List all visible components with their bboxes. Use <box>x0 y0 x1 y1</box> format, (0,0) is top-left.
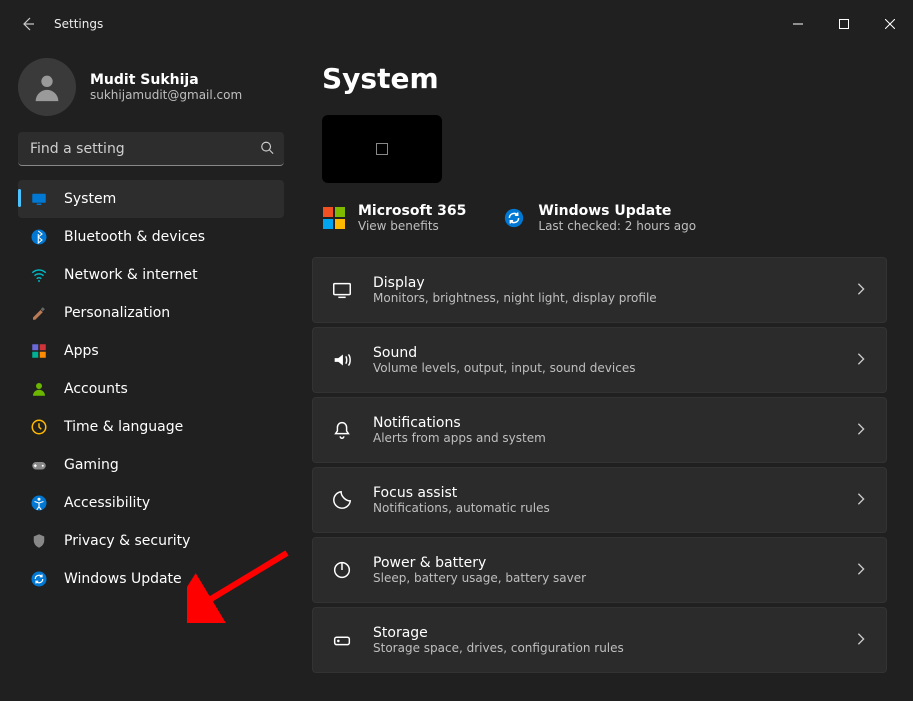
ms365-block[interactable]: Microsoft 365 View benefits <box>322 203 466 233</box>
search-icon <box>260 140 274 159</box>
sidebar-item-label: Apps <box>64 343 99 359</box>
card-subtitle: Monitors, brightness, night light, displ… <box>373 291 834 305</box>
time-icon <box>30 418 48 436</box>
card-power-battery[interactable]: Power & battery Sleep, battery usage, ba… <box>312 537 887 603</box>
app-title: Settings <box>54 17 103 31</box>
sidebar-item-label: Privacy & security <box>64 533 190 549</box>
apps-icon <box>30 342 48 360</box>
notifications-icon <box>331 419 353 441</box>
display-preview-mini-icon <box>376 143 388 155</box>
sidebar-item-bluetooth-devices[interactable]: Bluetooth & devices <box>18 218 284 256</box>
wu-sub: Last checked: 2 hours ago <box>538 219 696 233</box>
system-icon <box>30 190 48 208</box>
card-subtitle: Storage space, drives, configuration rul… <box>373 641 834 655</box>
card-notifications[interactable]: Notifications Alerts from apps and syste… <box>312 397 887 463</box>
card-display[interactable]: Display Monitors, brightness, night ligh… <box>312 257 887 323</box>
card-sound[interactable]: Sound Volume levels, output, input, soun… <box>312 327 887 393</box>
card-subtitle: Notifications, automatic rules <box>373 501 834 515</box>
card-subtitle: Volume levels, output, input, sound devi… <box>373 361 834 375</box>
accessibility-icon <box>30 494 48 512</box>
storage-icon <box>331 629 353 651</box>
main-content: System Microsoft 365 View benefits <box>300 48 913 701</box>
gaming-icon <box>30 456 48 474</box>
card-title: Sound <box>373 345 834 361</box>
sidebar-item-label: Accounts <box>64 381 128 397</box>
search-input[interactable] <box>18 132 284 166</box>
minimize-button[interactable] <box>775 8 821 40</box>
titlebar: Settings <box>0 0 913 48</box>
sidebar-item-windows-update[interactable]: Windows Update <box>18 560 284 598</box>
personalize-icon <box>30 304 48 322</box>
windows-update-block[interactable]: Windows Update Last checked: 2 hours ago <box>502 203 696 233</box>
card-focus-assist[interactable]: Focus assist Notifications, automatic ru… <box>312 467 887 533</box>
card-title: Focus assist <box>373 485 834 501</box>
sync-icon <box>502 206 526 230</box>
sidebar-item-label: System <box>64 191 116 207</box>
wifi-icon <box>30 266 48 284</box>
sidebar-item-apps[interactable]: Apps <box>18 332 284 370</box>
sidebar-item-network-internet[interactable]: Network & internet <box>18 256 284 294</box>
ms365-sub: View benefits <box>358 219 466 233</box>
card-storage[interactable]: Storage Storage space, drives, configura… <box>312 607 887 673</box>
privacy-icon <box>30 532 48 550</box>
card-title: Notifications <box>373 415 834 431</box>
sidebar: Mudit Sukhija sukhijamudit@gmail.com Sys… <box>0 48 300 701</box>
ms365-title: Microsoft 365 <box>358 203 466 219</box>
microsoft-logo-icon <box>322 206 346 230</box>
card-subtitle: Sleep, battery usage, battery saver <box>373 571 834 585</box>
display-preview[interactable] <box>322 115 442 183</box>
card-title: Display <box>373 275 834 291</box>
sidebar-item-gaming[interactable]: Gaming <box>18 446 284 484</box>
sidebar-item-accounts[interactable]: Accounts <box>18 370 284 408</box>
sound-icon <box>331 349 353 371</box>
sidebar-item-label: Network & internet <box>64 267 198 283</box>
power-icon <box>331 559 353 581</box>
avatar <box>18 58 76 116</box>
sidebar-nav: System Bluetooth & devices Network & int… <box>18 180 284 598</box>
back-button[interactable] <box>18 14 38 34</box>
card-title: Storage <box>373 625 834 641</box>
update-icon <box>30 570 48 588</box>
settings-cards: Display Monitors, brightness, night ligh… <box>310 257 887 673</box>
sidebar-item-label: Accessibility <box>64 495 150 511</box>
chevron-right-icon <box>854 351 868 370</box>
sidebar-item-system[interactable]: System <box>18 180 284 218</box>
chevron-right-icon <box>854 281 868 300</box>
display-icon <box>331 279 353 301</box>
maximize-button[interactable] <box>821 8 867 40</box>
profile-email: sukhijamudit@gmail.com <box>90 88 242 102</box>
sidebar-item-label: Personalization <box>64 305 170 321</box>
focus-icon <box>331 489 353 511</box>
chevron-right-icon <box>854 631 868 650</box>
profile-name: Mudit Sukhija <box>90 72 242 88</box>
close-button[interactable] <box>867 8 913 40</box>
sidebar-item-accessibility[interactable]: Accessibility <box>18 484 284 522</box>
user-profile[interactable]: Mudit Sukhija sukhijamudit@gmail.com <box>18 58 284 116</box>
chevron-right-icon <box>854 561 868 580</box>
sidebar-item-label: Gaming <box>64 457 119 473</box>
chevron-right-icon <box>854 491 868 510</box>
sidebar-item-label: Bluetooth & devices <box>64 229 205 245</box>
sidebar-item-label: Time & language <box>64 419 183 435</box>
sidebar-item-label: Windows Update <box>64 571 182 587</box>
wu-title: Windows Update <box>538 203 696 219</box>
card-title: Power & battery <box>373 555 834 571</box>
card-subtitle: Alerts from apps and system <box>373 431 834 445</box>
sidebar-item-time-language[interactable]: Time & language <box>18 408 284 446</box>
chevron-right-icon <box>854 421 868 440</box>
page-title: System <box>322 62 887 95</box>
bluetooth-icon <box>30 228 48 246</box>
sidebar-item-personalization[interactable]: Personalization <box>18 294 284 332</box>
sidebar-item-privacy-security[interactable]: Privacy & security <box>18 522 284 560</box>
window-controls <box>775 8 913 40</box>
accounts-icon <box>30 380 48 398</box>
